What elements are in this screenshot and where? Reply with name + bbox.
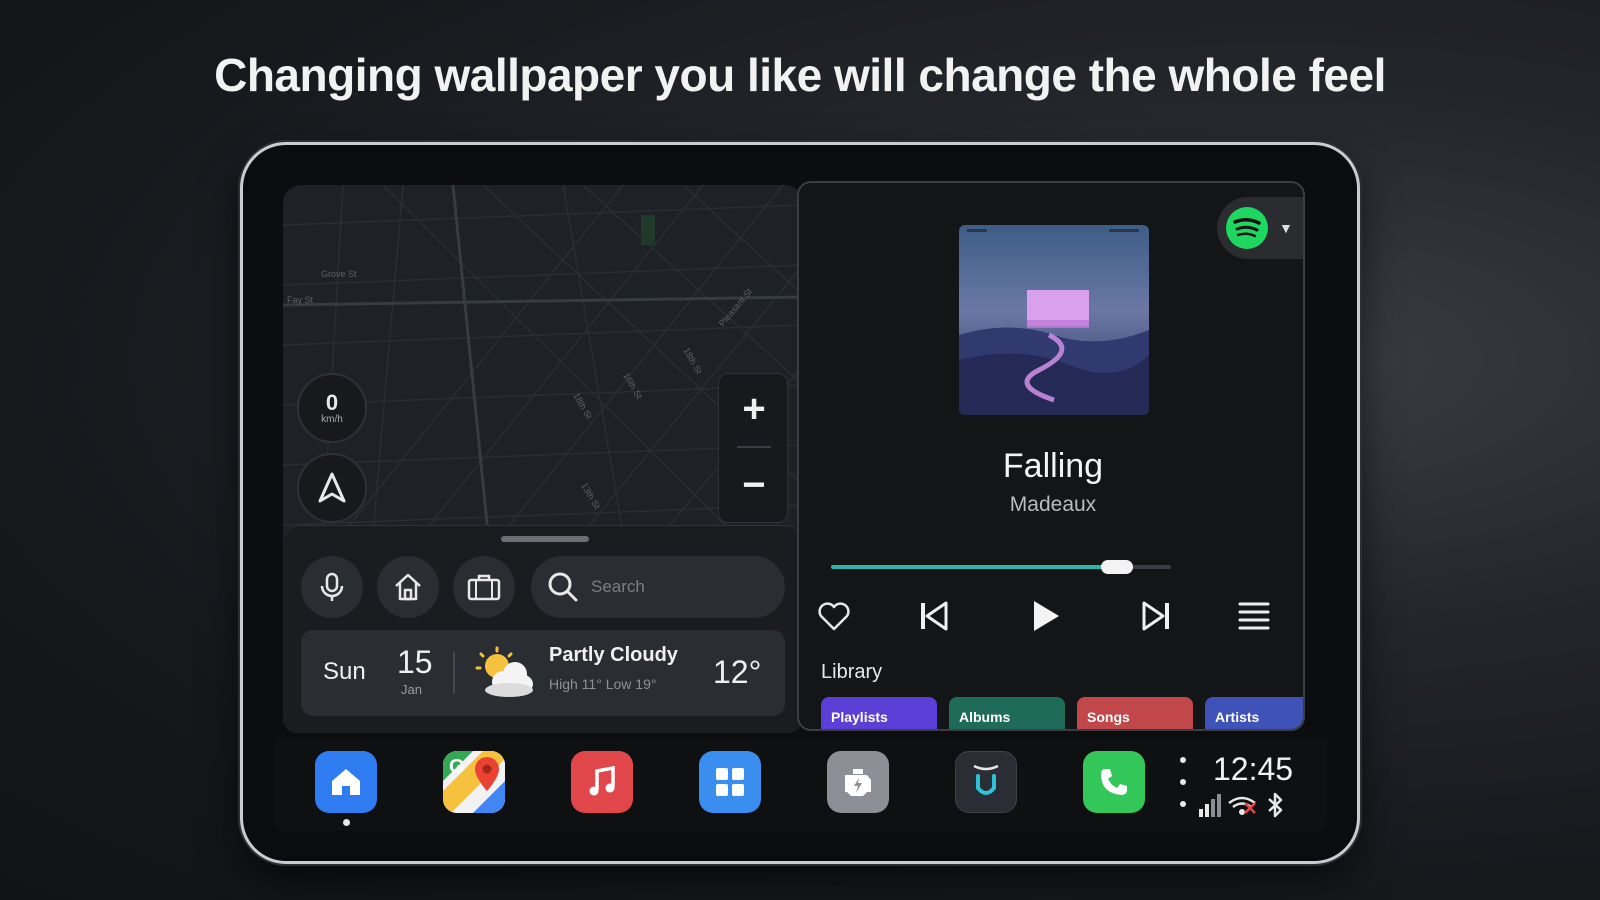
progress-handle[interactable] [1100, 560, 1133, 574]
microphone-icon [320, 572, 344, 601]
screen: Grove St Fay St Pleasant St 18th St 18th… [275, 177, 1327, 831]
music-source-selector[interactable]: ▼ [1217, 197, 1303, 259]
home-app-icon[interactable] [315, 751, 377, 813]
weather-divider [453, 652, 455, 694]
search-placeholder: Search [591, 577, 645, 596]
play-button[interactable] [1021, 591, 1071, 641]
previous-track-button[interactable] [909, 591, 959, 641]
wifi-off-icon [1228, 796, 1256, 815]
like-button[interactable] [809, 591, 859, 641]
svg-text:G: G [449, 756, 465, 778]
zoom-divider [737, 446, 771, 448]
headline: Changing wallpaper you like will change … [214, 49, 1386, 101]
app-dock: G 12:45 [275, 739, 1327, 831]
street-label: Grove St [321, 269, 357, 279]
quick-widget: Search Sun 15 Jan Partly Cloudy High 11°… [283, 525, 803, 733]
more-options-button[interactable] [1175, 757, 1191, 807]
weather-month: Jan [401, 682, 422, 697]
track-artist: Madeaux [1009, 493, 1097, 516]
tablet-frame: Grove St Fay St Pleasant St 18th St 18th… [240, 142, 1360, 864]
status-icons [1199, 792, 1283, 818]
album-art [959, 225, 1149, 415]
voice-button[interactable] [301, 556, 363, 618]
phone-app-icon[interactable] [1083, 751, 1145, 813]
speed-value: 0 [325, 389, 339, 415]
heart-icon [818, 602, 850, 631]
google-maps-app-icon[interactable]: G [443, 751, 505, 813]
playback-progress-bar[interactable] [831, 560, 1171, 574]
cellular-signal-icon [1199, 794, 1221, 817]
library-tab-albums[interactable]: Albums [949, 697, 1065, 729]
queue-list-icon [1238, 602, 1270, 630]
weather-day: Sun [323, 658, 366, 685]
library-tab-artists[interactable]: Artists [1205, 697, 1303, 729]
google-maps-icon: G [443, 751, 505, 813]
house-icon [395, 573, 421, 601]
zoom-in-button[interactable]: + [719, 374, 789, 444]
library-heading: Library [821, 661, 883, 683]
progress-fill [831, 565, 1117, 569]
street-label: Fay St [287, 295, 314, 305]
phone-icon [1101, 769, 1127, 795]
weather-temperature: 12° [713, 654, 762, 690]
home-button[interactable] [377, 556, 439, 618]
partly-cloudy-icon [475, 646, 533, 697]
weather-card[interactable]: Sun 15 Jan Partly Cloudy High 11° Low 19… [301, 630, 785, 716]
chevron-down-icon: ▼ [1279, 220, 1293, 236]
home-icon [332, 769, 360, 795]
music-app-icon[interactable] [571, 751, 633, 813]
briefcase-icon [467, 574, 501, 601]
spotify-icon [1226, 207, 1268, 249]
play-icon [1034, 601, 1059, 631]
weather-high-low: High 11° Low 19° [549, 676, 657, 692]
navigation-arrow-icon [318, 472, 346, 503]
apps-grid-icon[interactable] [699, 751, 761, 813]
active-indicator [343, 819, 350, 826]
car-engine-icon [845, 769, 871, 796]
skip-previous-icon [921, 601, 948, 631]
search-bar[interactable]: Search [531, 556, 785, 618]
weather-condition: Partly Cloudy [549, 644, 678, 666]
weather-date: 15 [397, 644, 433, 680]
zoom-control: + − [718, 373, 788, 523]
zoom-out-button[interactable]: − [719, 450, 789, 520]
library-tab-playlists[interactable]: Playlists [821, 697, 937, 729]
skip-next-icon [1142, 601, 1169, 631]
bluetooth-icon [1268, 792, 1283, 818]
music-player: ▼ Falling Madeaux Library Playlists Albu… [797, 181, 1305, 731]
grid-icon [716, 768, 744, 796]
speed-unit: km/h [321, 413, 343, 425]
work-button[interactable] [453, 556, 515, 618]
car-settings-app-icon[interactable] [827, 751, 889, 813]
assistant-app-icon[interactable] [955, 751, 1017, 813]
track-title: Falling [1002, 447, 1104, 485]
assistant-u-icon [973, 764, 999, 795]
queue-button[interactable] [1229, 591, 1279, 641]
music-note-icon [589, 766, 615, 796]
drag-handle[interactable] [501, 536, 589, 542]
navigation-button[interactable] [297, 453, 367, 523]
search-icon [548, 572, 578, 602]
next-track-button[interactable] [1131, 591, 1181, 641]
library-tab-songs[interactable]: Songs [1077, 697, 1193, 729]
speedometer: 0 km/h [297, 373, 367, 443]
clock: 12:45 [1213, 751, 1294, 787]
